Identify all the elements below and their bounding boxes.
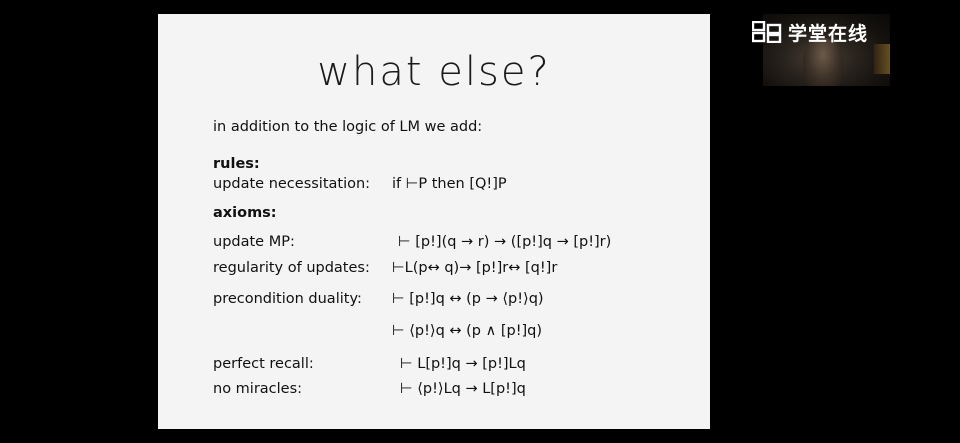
axioms-heading: axioms: bbox=[213, 205, 277, 221]
rule-label: update necessitation: bbox=[213, 176, 371, 192]
axiom-label: precondition duality: bbox=[213, 291, 362, 307]
axiom-formula: ⊢ ⟨p!⟩Lq → L[p!]q bbox=[400, 381, 526, 397]
axiom-label: no miracles: bbox=[213, 381, 303, 397]
rule-formula: if ⊢P then [Q!]P bbox=[392, 176, 507, 192]
axiom-formula: ⊢L(p↔ q)→ [p!]r↔ [q!]r bbox=[392, 260, 558, 276]
axiom-formula: ⊢ [p!](q → r) → ([p!]q → [p!]r) bbox=[398, 234, 612, 250]
xuetangx-logo-icon bbox=[752, 21, 782, 43]
watermark-text: 学堂在线 bbox=[788, 22, 869, 45]
axiom-label: update MP: bbox=[213, 234, 295, 250]
platform-watermark: 学堂在线 bbox=[752, 20, 869, 45]
axiom-label: regularity of updates: bbox=[213, 260, 370, 276]
axiom-label: perfect recall: bbox=[213, 356, 314, 372]
axiom-formula: ⊢ ⟨p!⟩q ↔ (p ∧ [p!]q) bbox=[392, 323, 543, 339]
background-light bbox=[874, 44, 890, 74]
axiom-formula: ⊢ L[p!]q → [p!]Lq bbox=[400, 356, 526, 372]
video-player[interactable]: what else? in addition to the logic of L… bbox=[0, 0, 960, 443]
axiom-formula: ⊢ [p!]q ↔ (p → ⟨p!⟩q) bbox=[392, 291, 544, 307]
rules-heading: rules: bbox=[213, 156, 260, 172]
slide-intro: in addition to the logic of LM we add: bbox=[213, 119, 483, 135]
lecture-slide: what else? in addition to the logic of L… bbox=[158, 14, 710, 429]
slide-title: what else? bbox=[317, 49, 551, 95]
